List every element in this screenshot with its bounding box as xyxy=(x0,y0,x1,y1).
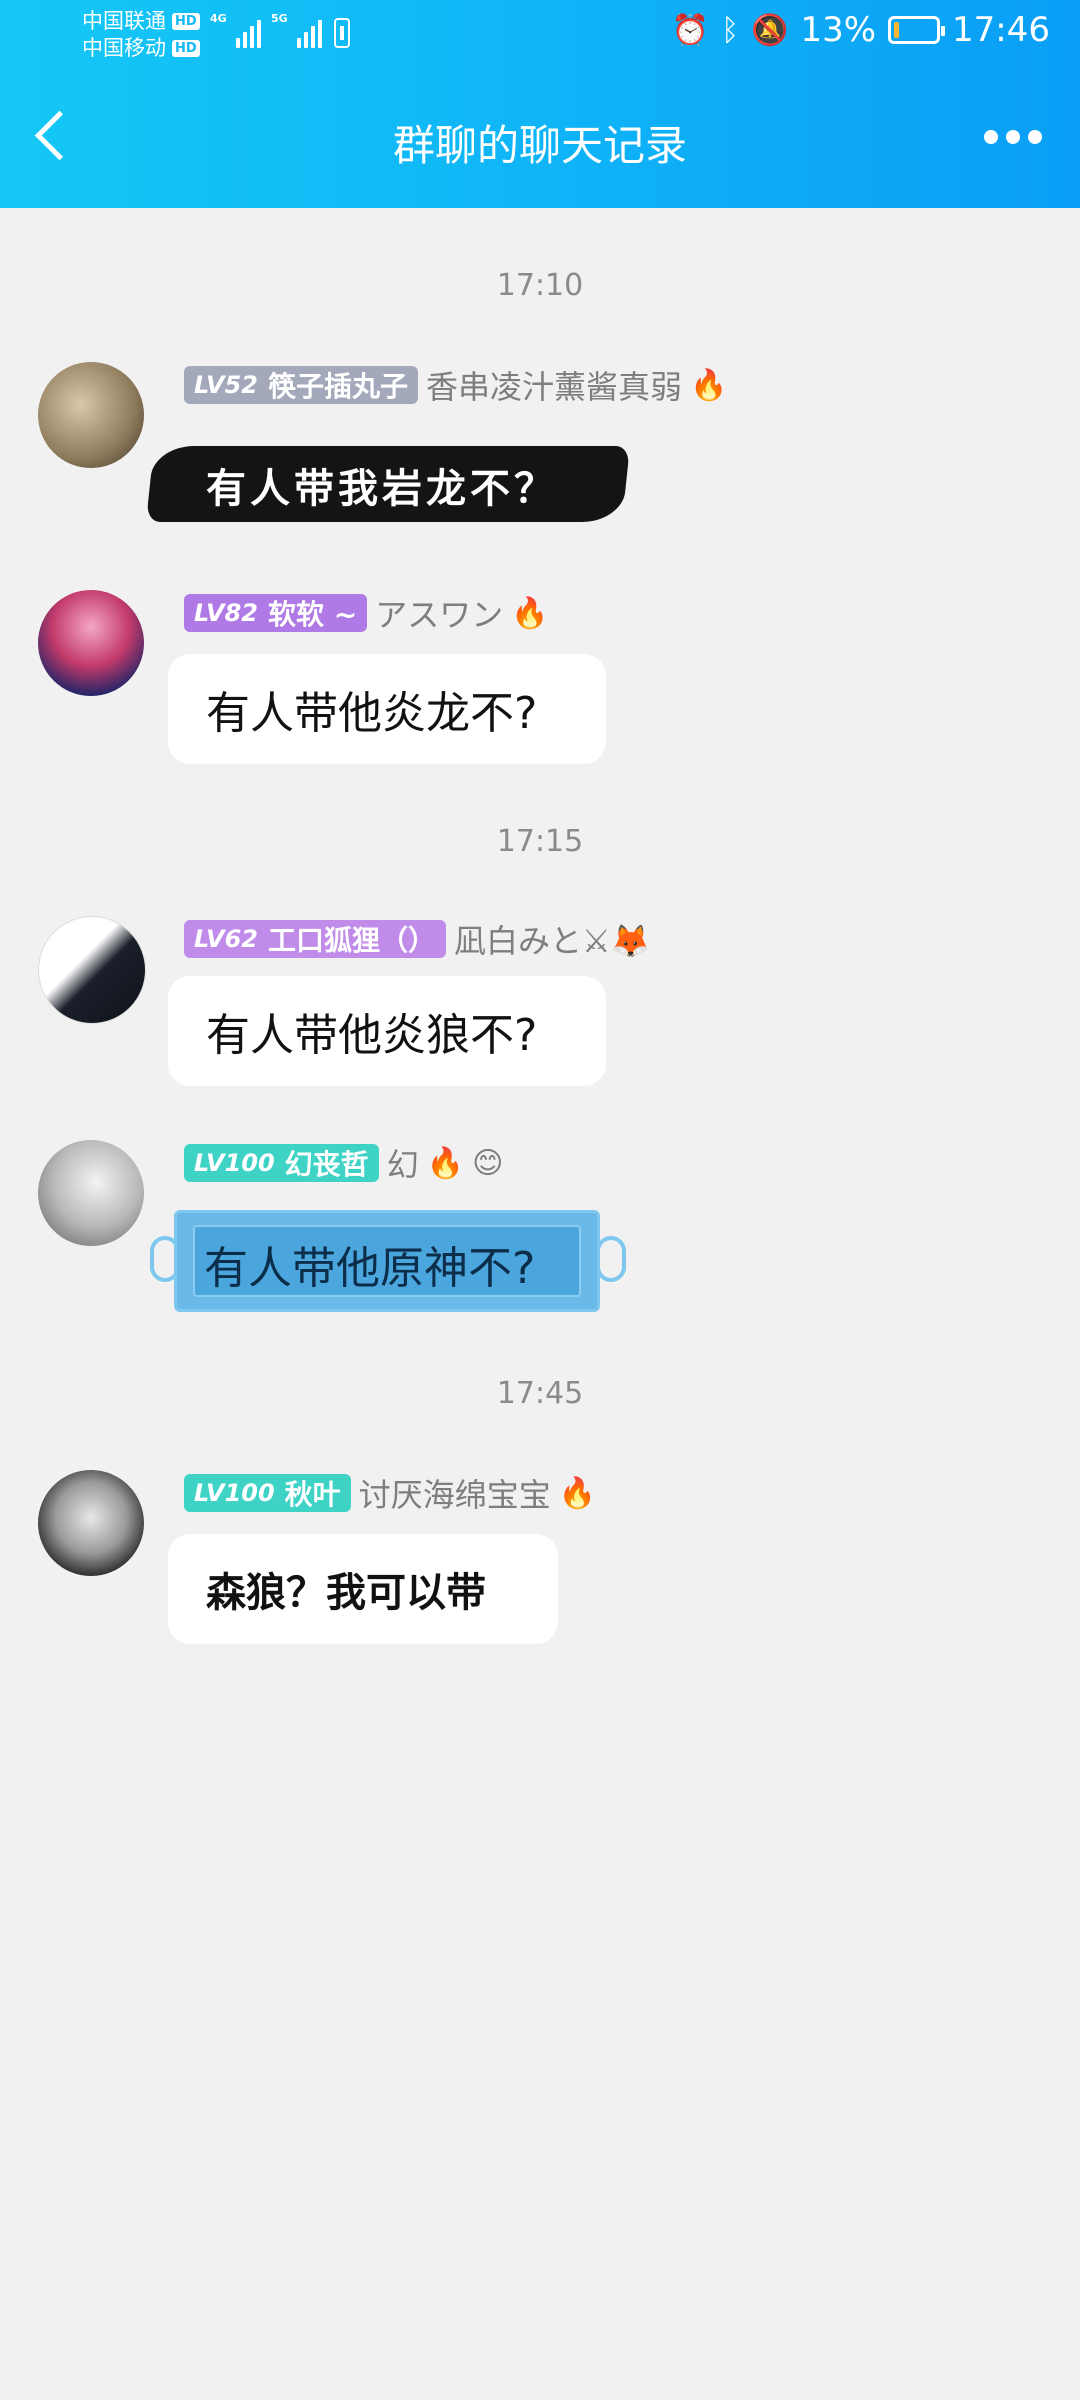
level-badge: LV62 工口狐狸（） xyxy=(184,920,446,958)
message-bubble[interactable]: 有人带我岩龙不？ xyxy=(146,446,630,522)
member-title: 讨厌海绵宝宝 xyxy=(358,1476,551,1514)
message-text: 有人带他原神不? xyxy=(204,1243,536,1294)
sender-info: LV52 筷子插丸子 香串凌汁薰酱真弱 🔥 xyxy=(184,362,727,408)
fire-icon: 🔥 xyxy=(511,595,549,631)
alarm-icon: ⏰ xyxy=(671,12,710,48)
signal-4g-icon: 4G xyxy=(210,12,261,48)
fire-icon: 🔥 xyxy=(426,1145,465,1181)
sender-info: LV100 幻丧哲 幻 🔥 😊 xyxy=(184,1140,503,1186)
header: 中国联通 HD 中国移动 HD 4G 5G ⏰ ᛒ 🔕 13% 17:46 群聊… xyxy=(0,0,1080,208)
carrier-info: 中国联通 HD 中国移动 HD xyxy=(82,8,200,62)
hd-badge: HD xyxy=(172,40,200,57)
level-badge: LV82 软软 ~ xyxy=(184,594,368,632)
member-title: 凪白みと⚔🦊 xyxy=(453,922,651,960)
message-text: 森狼？我可以带 xyxy=(206,1569,486,1616)
smile-emoji-icon: 😊 xyxy=(472,1145,504,1181)
clock: 17:46 xyxy=(952,10,1050,50)
status-bar: 中国联通 HD 中国移动 HD 4G 5G ⏰ ᛒ 🔕 13% 17:46 xyxy=(0,0,1080,72)
carrier-2: 中国移动 xyxy=(82,36,166,60)
level-badge: LV52 筷子插丸子 xyxy=(184,366,418,404)
battery-percent: 13% xyxy=(800,10,877,50)
sender-info: LV62 工口狐狸（） 凪白みと⚔🦊 xyxy=(184,916,651,962)
bluetooth-icon: ᛒ xyxy=(721,12,740,48)
sender-info: LV82 软软 ~ アスワン 🔥 xyxy=(184,590,549,636)
message-bubble[interactable]: 有人带他原神不? xyxy=(150,1210,626,1312)
battery-icon xyxy=(888,16,946,44)
avatar[interactable] xyxy=(38,590,144,696)
message-bubble[interactable]: 森狼？我可以带 xyxy=(168,1534,558,1644)
timestamp: 17:10 xyxy=(496,268,584,303)
more-icon[interactable] xyxy=(984,130,1042,144)
avatar[interactable] xyxy=(38,1470,144,1576)
avatar[interactable] xyxy=(38,1140,144,1246)
avatar[interactable] xyxy=(38,362,144,468)
member-title: アスワン xyxy=(375,596,504,634)
avatar[interactable] xyxy=(38,916,146,1024)
level-badge: LV100 秋叶 xyxy=(184,1474,351,1512)
timestamp: 17:45 xyxy=(496,1376,584,1411)
mute-icon: 🔕 xyxy=(751,12,789,48)
member-title: 幻 xyxy=(386,1146,419,1184)
member-title: 香串凌汁薰酱真弱 xyxy=(425,368,682,406)
message-bubble[interactable]: 有人带他炎狼不? xyxy=(168,976,606,1086)
fire-icon: 🔥 xyxy=(690,367,728,403)
carrier-1: 中国联通 xyxy=(82,9,166,33)
signal-icons: 4G 5G xyxy=(210,12,350,48)
status-right: ⏰ ᛒ 🔕 13% 17:46 xyxy=(672,10,1050,50)
message-text: 有人带我岩龙不？ xyxy=(206,465,558,512)
timestamp: 17:15 xyxy=(496,824,584,859)
sender-info: LV100 秋叶 讨厌海绵宝宝 🔥 xyxy=(184,1470,596,1516)
hd-badge: HD xyxy=(172,13,200,30)
sim-battery-icon xyxy=(334,18,350,48)
level-badge: LV100 幻丧哲 xyxy=(184,1144,379,1182)
message-text: 有人带他炎狼不? xyxy=(206,1010,538,1061)
signal-5g-icon: 5G xyxy=(271,12,322,48)
message-text: 有人带他炎龙不? xyxy=(206,688,538,739)
fire-icon: 🔥 xyxy=(558,1475,597,1511)
page-title: 群聊的聊天记录 xyxy=(392,121,687,170)
message-bubble[interactable]: 有人带他炎龙不? xyxy=(168,654,606,764)
